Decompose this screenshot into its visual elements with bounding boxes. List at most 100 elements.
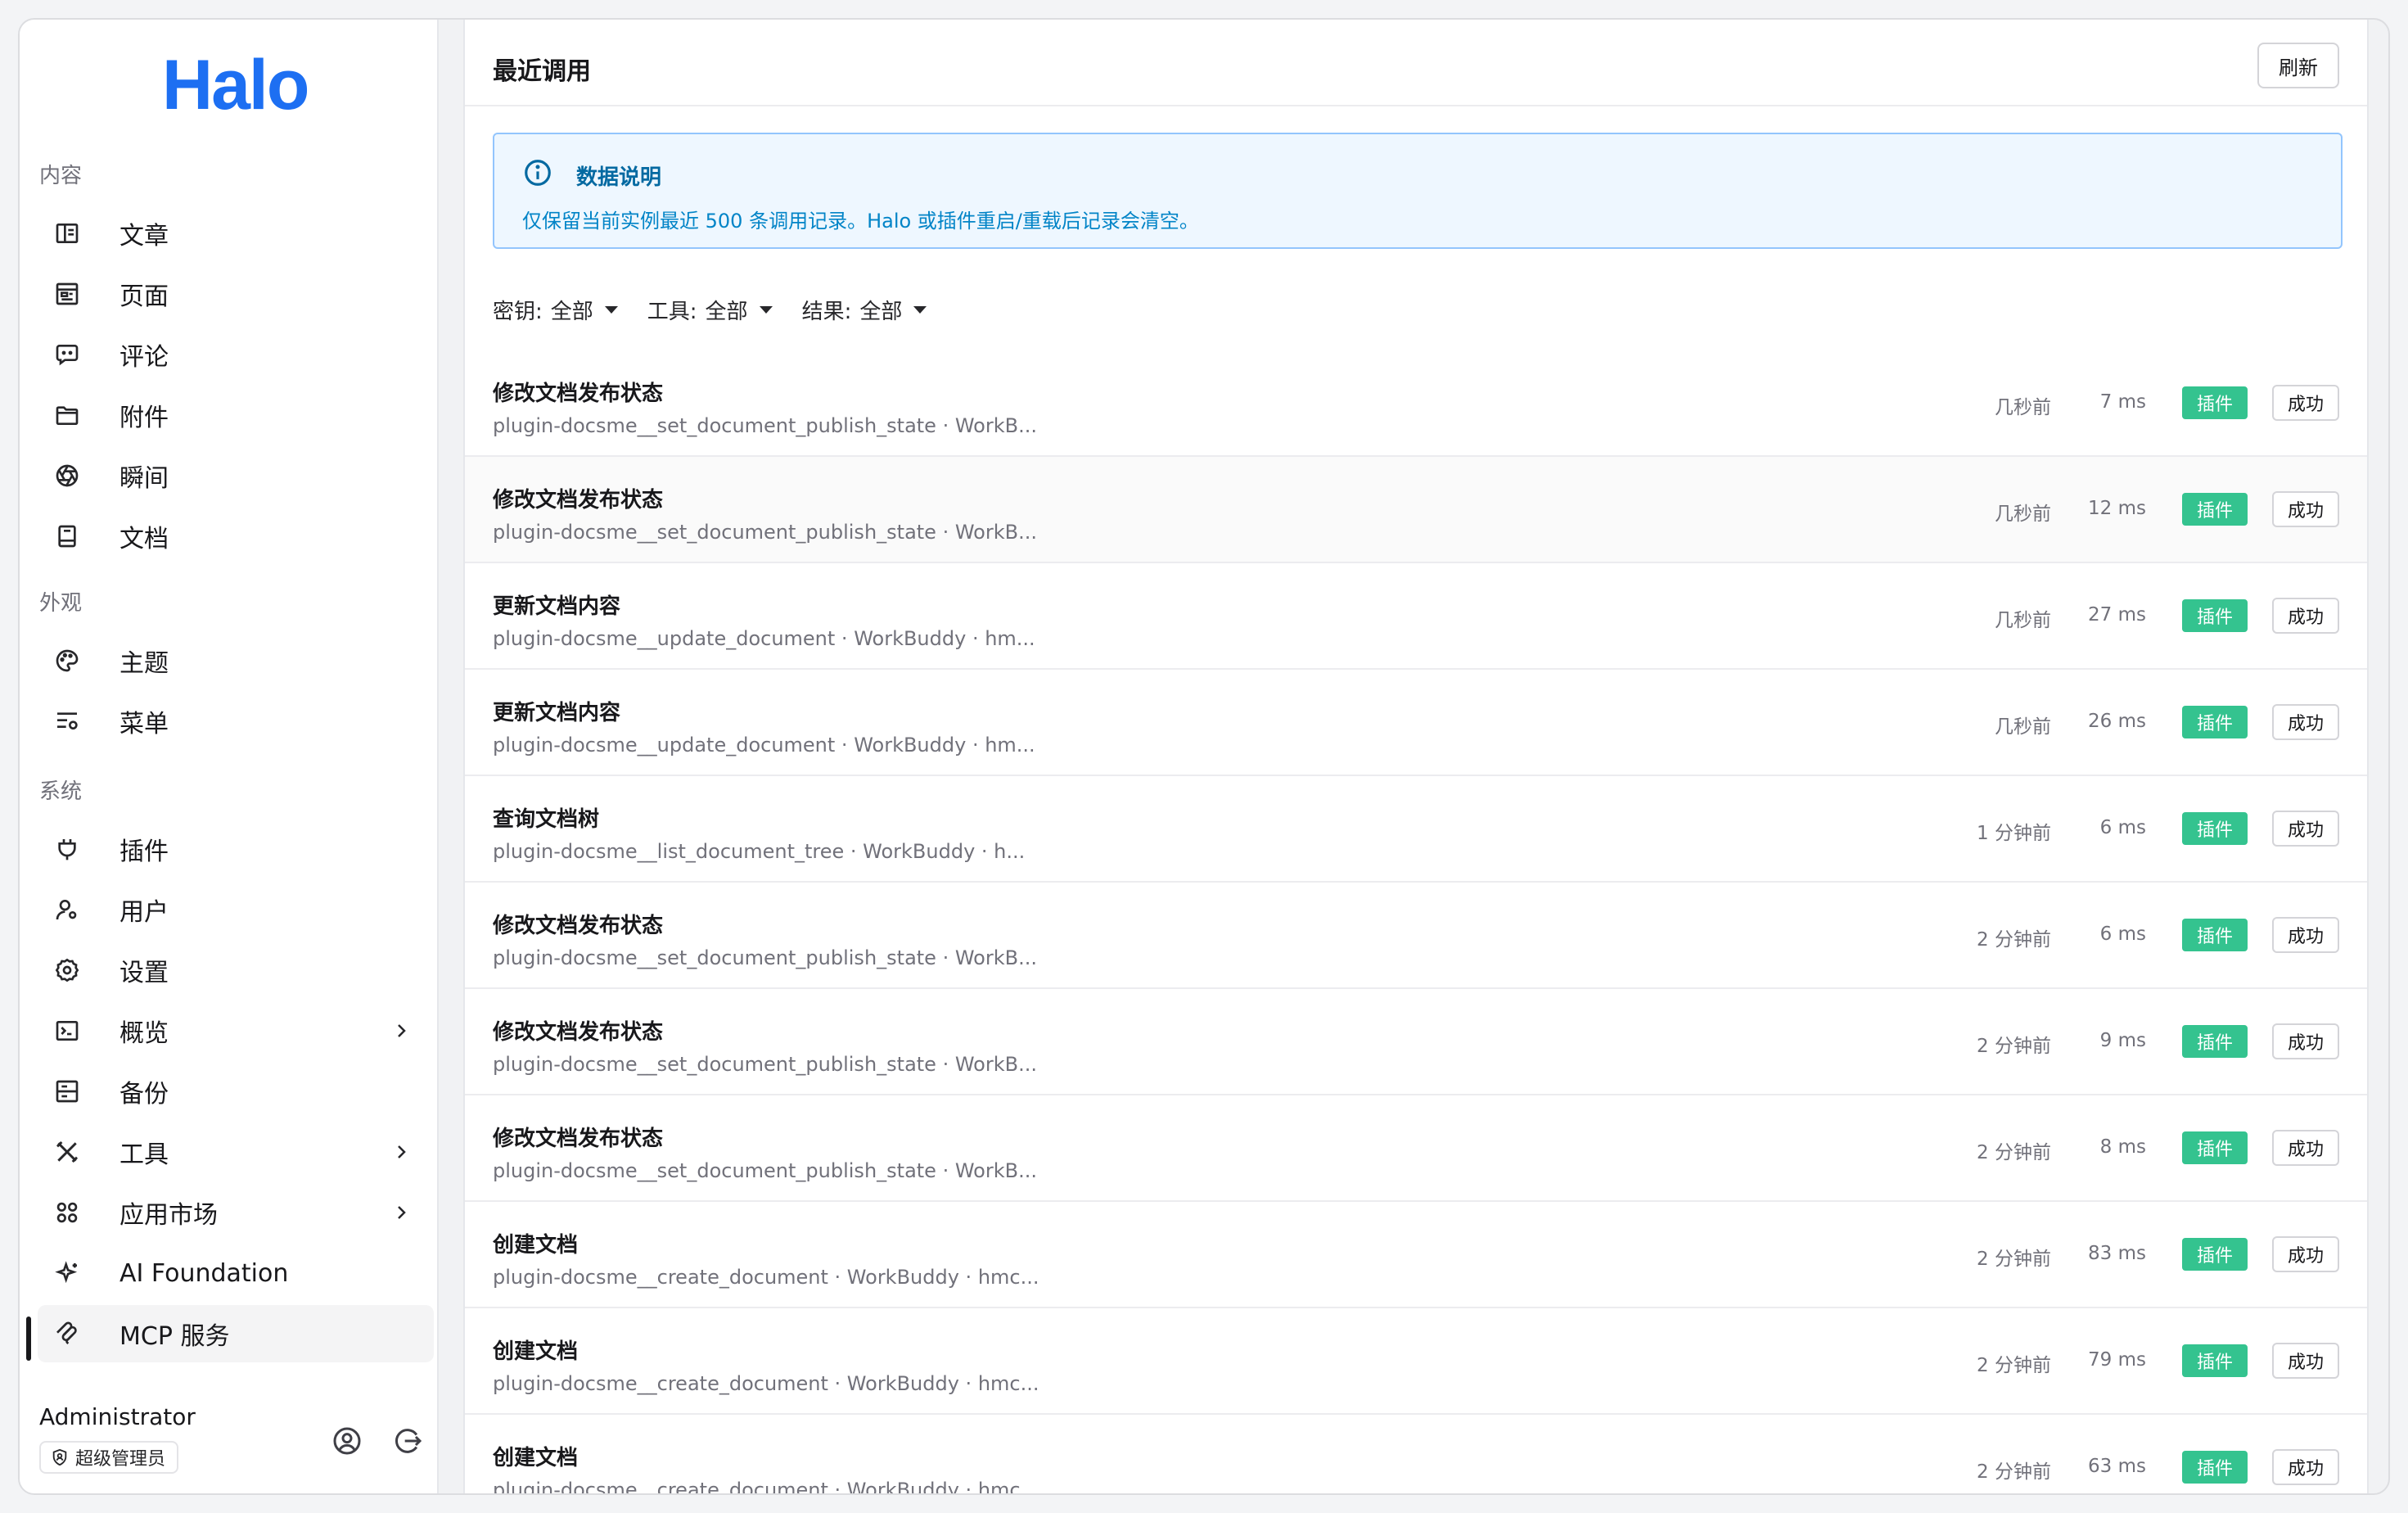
call-row[interactable]: 创建文档 plugin-docsme__create_document · Wo… xyxy=(465,1202,2367,1308)
type-badge: 插件 xyxy=(2182,493,2248,526)
active-indicator xyxy=(26,1317,31,1361)
filter-label: 密钥: xyxy=(493,300,543,324)
chevron-right-icon xyxy=(391,1021,411,1041)
sidebar-item-backup[interactable]: 备份 xyxy=(38,1063,434,1120)
caret-down-icon xyxy=(913,306,927,314)
call-detail: plugin-docsme__set_document_publish_stat… xyxy=(493,946,1037,969)
call-row[interactable]: 更新文档内容 plugin-docsme__update_document · … xyxy=(465,563,2367,670)
call-detail: plugin-docsme__update_document · WorkBud… xyxy=(493,627,1035,650)
sidebar-item-users[interactable]: 用户 xyxy=(38,881,434,938)
type-badge: 插件 xyxy=(2182,812,2248,845)
call-detail: plugin-docsme__set_document_publish_stat… xyxy=(493,1159,1037,1182)
caret-down-icon xyxy=(759,306,773,314)
result-badge: 成功 xyxy=(2272,917,2339,953)
menu-list-icon xyxy=(54,708,80,734)
sidebar-item-docs[interactable]: 文档 xyxy=(38,508,434,565)
call-detail: plugin-docsme__update_document · WorkBud… xyxy=(493,734,1035,756)
call-row[interactable]: 更新文档内容 plugin-docsme__update_document · … xyxy=(465,670,2367,776)
call-row[interactable]: 创建文档 plugin-docsme__create_document · Wo… xyxy=(465,1415,2367,1493)
call-detail: plugin-docsme__set_document_publish_stat… xyxy=(493,414,1037,437)
filter-result[interactable]: 结果: 全部 xyxy=(802,295,927,325)
call-row[interactable]: 查询文档树 plugin-docsme__list_document_tree … xyxy=(465,776,2367,883)
filter-value: 全部 xyxy=(705,300,748,324)
sidebar-item-label: 瞬间 xyxy=(119,464,169,493)
sidebar-item-app-market[interactable]: 应用市场 xyxy=(38,1184,434,1241)
logout-icon[interactable] xyxy=(391,1425,424,1457)
call-time: 几秒前 xyxy=(1995,397,2051,418)
type-badge: 插件 xyxy=(2182,1238,2248,1271)
sidebar-item-label: 主题 xyxy=(119,649,169,678)
user-name: Administrator xyxy=(39,1403,196,1430)
sidebar-item-themes[interactable]: 主题 xyxy=(38,632,434,689)
result-badge: 成功 xyxy=(2272,1130,2339,1166)
call-row[interactable]: 修改文档发布状态 plugin-docsme__set_document_pub… xyxy=(465,989,2367,1095)
call-time: 1 分钟前 xyxy=(1977,823,2051,844)
filter-label: 工具: xyxy=(647,300,697,324)
call-row[interactable]: 修改文档发布状态 plugin-docsme__set_document_pub… xyxy=(465,883,2367,989)
result-badge: 成功 xyxy=(2272,1449,2339,1485)
type-badge: 插件 xyxy=(2182,386,2248,419)
sidebar-item-moments[interactable]: 瞬间 xyxy=(38,447,434,504)
notebook-icon xyxy=(54,523,80,549)
call-row[interactable]: 修改文档发布状态 plugin-docsme__set_document_pub… xyxy=(465,350,2367,457)
sidebar-item-mcp[interactable]: MCP 服务 xyxy=(38,1305,434,1362)
sidebar-item-label: 备份 xyxy=(119,1080,169,1109)
call-title: 创建文档 xyxy=(493,1339,579,1364)
filter-value: 全部 xyxy=(550,300,593,324)
profile-icon[interactable] xyxy=(331,1425,363,1457)
sidebar-item-attachments[interactable]: 附件 xyxy=(38,386,434,444)
sidebar-item-ai-foundation[interactable]: AI Foundation xyxy=(38,1244,434,1302)
sidebar-item-menus[interactable]: 菜单 xyxy=(38,693,434,750)
halo-logo[interactable]: Halo xyxy=(162,44,326,126)
palette-icon xyxy=(54,648,80,674)
call-row[interactable]: 修改文档发布状态 plugin-docsme__set_document_pub… xyxy=(465,457,2367,563)
call-time: 2 分钟前 xyxy=(1977,1461,2051,1483)
panel-header: 最近调用 刷新 xyxy=(465,20,2367,106)
result-badge: 成功 xyxy=(2272,1343,2339,1379)
call-title: 查询文档树 xyxy=(493,807,600,832)
user-role-label: 超级管理员 xyxy=(75,1449,166,1470)
sidebar-item-label: 文章 xyxy=(119,222,169,251)
refresh-button[interactable]: 刷新 xyxy=(2257,43,2339,88)
filter-key[interactable]: 密钥: 全部 xyxy=(493,295,618,325)
sidebar-item-label: 菜单 xyxy=(119,710,169,738)
sidebar-item-label: 概览 xyxy=(119,1019,169,1048)
filter-label: 结果: xyxy=(801,300,852,324)
shield-user-icon xyxy=(52,1448,67,1466)
call-duration: 12 ms xyxy=(2088,498,2146,519)
call-duration: 27 ms xyxy=(2088,604,2146,626)
call-row[interactable]: 修改文档发布状态 plugin-docsme__set_document_pub… xyxy=(465,1095,2367,1202)
call-title: 更新文档内容 xyxy=(493,594,621,619)
sidebar-item-overview[interactable]: 概览 xyxy=(38,1002,434,1059)
call-duration: 26 ms xyxy=(2088,711,2146,732)
sidebar-item-comments[interactable]: 评论 xyxy=(38,326,434,383)
sidebar-item-settings[interactable]: 设置 xyxy=(38,942,434,999)
alert-title: 数据说明 xyxy=(576,165,662,190)
caret-down-icon xyxy=(604,306,618,314)
sidebar: Halo 内容 文章 页面 评论 附件 瞬间 文档 外观 主题 菜单 系统 插件… xyxy=(20,20,439,1493)
sidebar-item-posts[interactable]: 文章 xyxy=(38,205,434,262)
call-title: 修改文档发布状态 xyxy=(493,914,664,938)
settings-icon xyxy=(54,957,80,983)
aperture-icon xyxy=(54,463,80,489)
sidebar-item-label: 设置 xyxy=(119,959,169,987)
call-duration: 7 ms xyxy=(2099,391,2146,413)
chevron-right-icon xyxy=(391,1203,411,1222)
call-title: 修改文档发布状态 xyxy=(493,1020,664,1045)
call-duration: 6 ms xyxy=(2099,817,2146,838)
call-time: 2 分钟前 xyxy=(1977,1036,2051,1057)
call-detail: plugin-docsme__set_document_publish_stat… xyxy=(493,1053,1037,1076)
sidebar-item-plugins[interactable]: 插件 xyxy=(38,820,434,878)
type-badge: 插件 xyxy=(2182,1131,2248,1164)
call-title: 修改文档发布状态 xyxy=(493,382,664,406)
sidebar-item-tools[interactable]: 工具 xyxy=(38,1123,434,1181)
folder-icon xyxy=(54,402,80,428)
sidebar-item-pages[interactable]: 页面 xyxy=(38,265,434,323)
type-badge: 插件 xyxy=(2182,1025,2248,1058)
terminal-icon xyxy=(54,1018,80,1044)
sidebar-item-label: 页面 xyxy=(119,282,169,311)
message-icon xyxy=(54,341,80,368)
call-detail: plugin-docsme__list_document_tree · Work… xyxy=(493,840,1026,863)
call-row[interactable]: 创建文档 plugin-docsme__create_document · Wo… xyxy=(465,1308,2367,1415)
filter-tool[interactable]: 工具: 全部 xyxy=(647,295,773,325)
